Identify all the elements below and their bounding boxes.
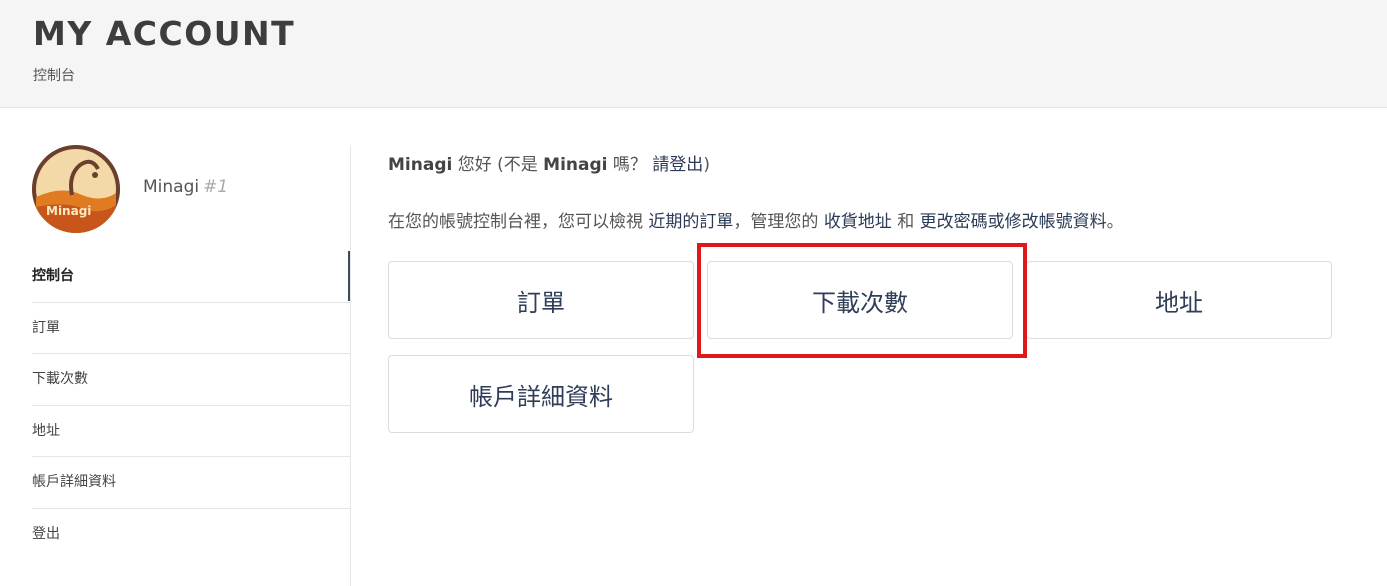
intro-part-2: ，管理您的	[733, 212, 824, 232]
intro-part-3: 和	[891, 212, 920, 232]
logout-link[interactable]: 請登出	[652, 155, 703, 175]
greeting-close: )	[703, 155, 710, 175]
account-details-link[interactable]: 更改密碼或修改帳號資料	[920, 212, 1107, 232]
page-title: MY ACCOUNT	[33, 14, 296, 53]
intro-part-1: 在您的帳號控制台裡，您可以檢視	[388, 212, 649, 232]
intro-text: 在您的帳號控制台裡，您可以檢視 近期的訂單，管理您的 收貨地址 和 更改密碼或修…	[388, 207, 1124, 232]
greeting-hello: 您好 (不是	[452, 155, 544, 175]
tile-addresses[interactable]: 地址	[1026, 261, 1332, 339]
avatar: Minagi	[32, 145, 120, 233]
greeting-text: Minagi 您好 (不是 Minagi 嗎？ 請登出)	[388, 150, 710, 175]
recent-orders-link[interactable]: 近期的訂單	[648, 212, 733, 232]
greeting-name: Minagi	[388, 155, 453, 175]
username: Minagi #1	[143, 177, 228, 197]
sidebar-item-account-details[interactable]: 帳戶詳細資料	[32, 457, 350, 509]
svg-text:Minagi: Minagi	[46, 204, 91, 218]
avatar-image-icon: Minagi	[32, 145, 120, 233]
user-id: #1	[203, 177, 229, 197]
account-navigation: 控制台 訂單 下載次數 地址 帳戶詳細資料 登出	[32, 251, 351, 561]
intro-part-4: 。	[1106, 212, 1124, 232]
tile-account-details[interactable]: 帳戶詳細資料	[388, 355, 694, 433]
tile-orders[interactable]: 訂單	[388, 261, 694, 339]
username-text: Minagi	[143, 177, 200, 197]
sidebar-item-orders[interactable]: 訂單	[32, 303, 350, 355]
sidebar-item-addresses[interactable]: 地址	[32, 406, 350, 458]
greeting-name-2: Minagi	[543, 155, 608, 175]
vertical-divider	[350, 145, 351, 586]
tile-downloads[interactable]: 下載次數	[707, 261, 1013, 339]
sidebar-item-logout[interactable]: 登出	[32, 509, 350, 561]
sidebar-item-dashboard[interactable]: 控制台	[32, 251, 351, 303]
sidebar-item-downloads[interactable]: 下載次數	[32, 354, 350, 406]
addresses-link[interactable]: 收貨地址	[824, 212, 892, 232]
page-subtitle: 控制台	[33, 68, 75, 84]
page-header: MY ACCOUNT 控制台	[0, 0, 1387, 108]
greeting-question: 嗎？	[607, 155, 653, 175]
